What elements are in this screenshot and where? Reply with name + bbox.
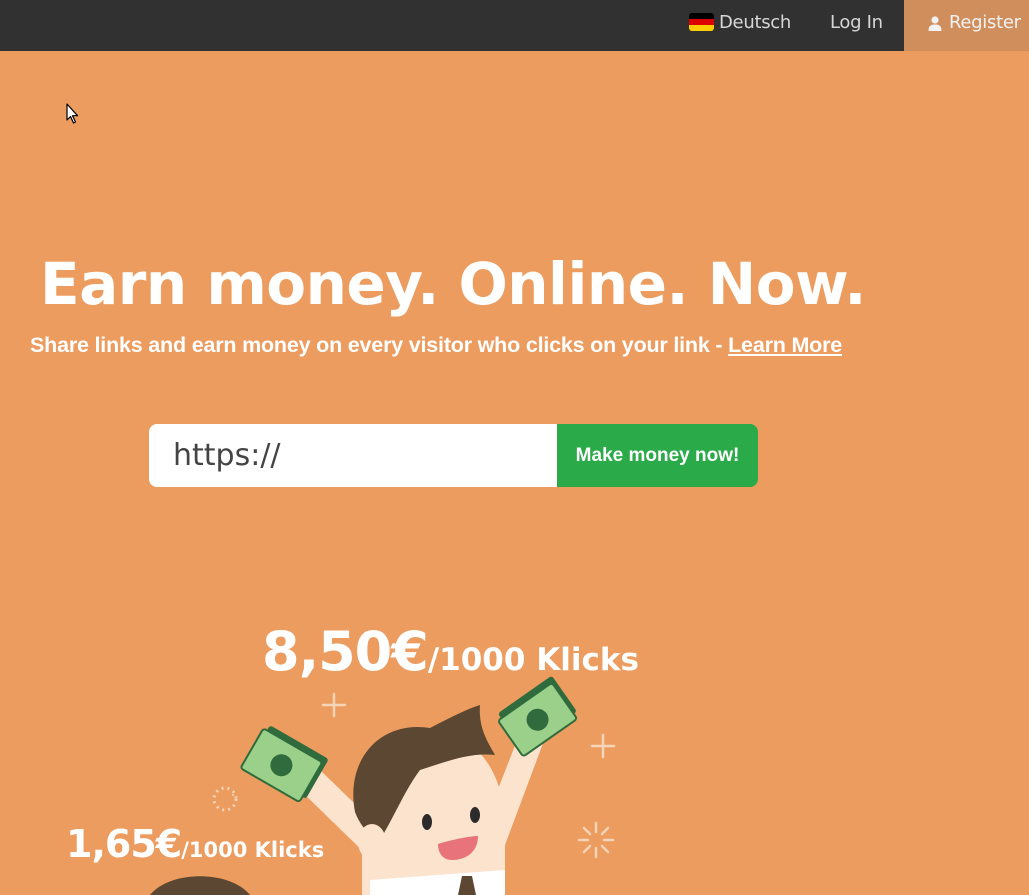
main-rate-amount: 8,50€ [262, 620, 429, 683]
german-flag-icon [689, 13, 714, 31]
hero-title: Earn money. Online. Now. [40, 250, 866, 318]
register-label: Register [949, 12, 1021, 33]
mouse-cursor-icon [66, 103, 79, 124]
main-rate: 8,50€/1000 Klicks [262, 620, 639, 683]
language-selector[interactable]: Deutsch [689, 0, 791, 51]
login-label: Log In [830, 12, 883, 33]
secondary-rate: 1,65€/1000 Klicks [66, 822, 324, 866]
hero-subtitle-text: Share links and earn money on every visi… [30, 333, 729, 357]
make-money-button[interactable]: Make money now! [557, 424, 758, 487]
main-rate-unit: /1000 Klicks [427, 642, 639, 678]
secondary-rate-unit: /1000 Klicks [181, 838, 325, 862]
register-button[interactable]: Register [904, 0, 1029, 51]
url-input[interactable] [149, 424, 557, 487]
language-label: Deutsch [719, 12, 791, 33]
hero-subtitle: Share links and earn money on every visi… [30, 331, 910, 359]
shorten-url-form: Make money now! [149, 424, 758, 487]
top-navigation-bar: Deutsch Log In Register [0, 0, 1029, 51]
login-link[interactable]: Log In [830, 0, 883, 51]
secondary-rate-amount: 1,65€ [66, 822, 182, 866]
learn-more-link[interactable]: Learn More [728, 333, 842, 357]
user-icon [928, 16, 942, 31]
